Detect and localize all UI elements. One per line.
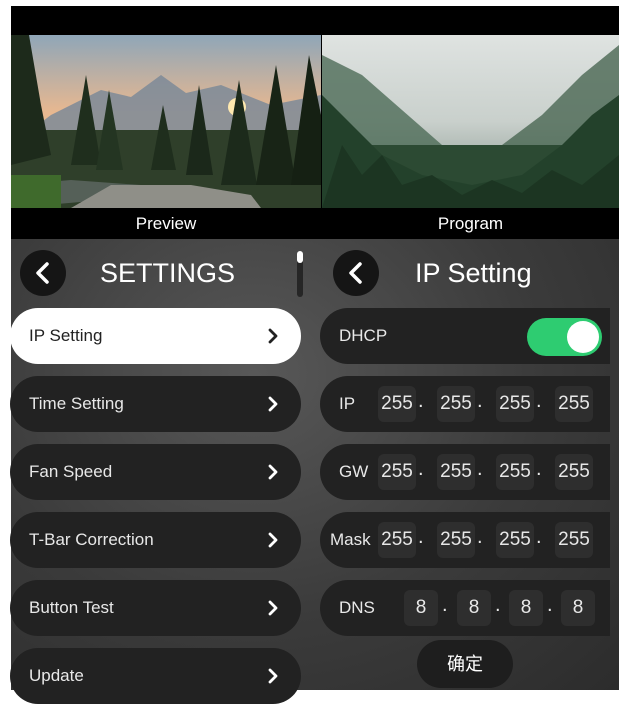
mask-octet-1[interactable]: 255	[378, 522, 416, 558]
settings-back-button[interactable]	[20, 250, 66, 296]
ip-setting-title: IP Setting	[415, 258, 532, 288]
ip-octet-4[interactable]: 255	[555, 386, 593, 422]
chevron-right-icon	[268, 600, 278, 616]
chevron-right-icon	[268, 532, 278, 548]
octet-separator: .	[495, 594, 501, 616]
gw-label: GW	[339, 462, 369, 481]
dns-row: DNS 8 . 8 . 8 . 8	[320, 580, 610, 636]
gw-octet-3[interactable]: 255	[496, 454, 534, 490]
gw-octet-2[interactable]: 255	[437, 454, 475, 490]
menu-item-label: IP Setting	[29, 326, 103, 345]
ip-setting-back-button[interactable]	[333, 250, 379, 296]
gw-octet-4[interactable]: 255	[555, 454, 593, 490]
dhcp-row: DHCP	[320, 308, 610, 364]
ip-octet-1[interactable]: 255	[378, 386, 416, 422]
settings-title: SETTINGS	[100, 258, 236, 288]
octet-separator: .	[536, 390, 542, 412]
program-monitor	[322, 35, 619, 208]
dns-octet-4[interactable]: 8	[561, 590, 595, 626]
octet-separator: .	[418, 526, 424, 548]
menu-item-label: Time Setting	[29, 394, 124, 413]
toggle-knob	[567, 321, 599, 353]
ip-row: IP 255 . 255 . 255 . 255	[320, 376, 610, 432]
menu-item-time-setting[interactable]: Time Setting	[10, 376, 301, 432]
menu-item-fan-speed[interactable]: Fan Speed	[10, 444, 301, 500]
octet-separator: .	[442, 594, 448, 616]
octet-separator: .	[477, 526, 483, 548]
chevron-left-icon	[36, 262, 49, 284]
ip-octet-3[interactable]: 255	[496, 386, 534, 422]
dhcp-label: DHCP	[339, 326, 388, 345]
octet-separator: .	[477, 390, 483, 412]
menu-item-label: Button Test	[29, 598, 114, 617]
menu-item-label: T-Bar Correction	[29, 530, 154, 549]
confirm-button[interactable]: 确定	[417, 640, 513, 688]
chevron-right-icon	[268, 668, 278, 684]
octet-separator: .	[547, 594, 553, 616]
preview-monitor	[11, 35, 321, 208]
gw-octet-1[interactable]: 255	[378, 454, 416, 490]
dhcp-toggle[interactable]	[527, 318, 602, 356]
ip-label: IP	[339, 394, 356, 413]
octet-separator: .	[477, 458, 483, 480]
preview-image	[11, 35, 321, 208]
ip-octet-2[interactable]: 255	[437, 386, 475, 422]
menu-item-update[interactable]: Update	[10, 648, 301, 704]
dns-label: DNS	[339, 598, 375, 617]
dns-octet-3[interactable]: 8	[509, 590, 543, 626]
chevron-right-icon	[268, 396, 278, 412]
octet-separator: .	[536, 526, 542, 548]
gw-row: GW 255 . 255 . 255 . 255	[320, 444, 610, 500]
chevron-right-icon	[268, 464, 278, 480]
mask-octet-3[interactable]: 255	[496, 522, 534, 558]
chevron-right-icon	[268, 328, 278, 344]
octet-separator: .	[418, 458, 424, 480]
dns-octet-1[interactable]: 8	[404, 590, 438, 626]
mask-octet-4[interactable]: 255	[555, 522, 593, 558]
menu-item-ip-setting[interactable]: IP Setting	[10, 308, 301, 364]
top-bar	[11, 6, 619, 35]
menu-item-label: Fan Speed	[29, 462, 113, 481]
program-label: Program	[322, 208, 619, 239]
mask-label: Mask	[330, 530, 371, 549]
mask-octet-2[interactable]: 255	[437, 522, 475, 558]
menu-item-label: Update	[29, 666, 84, 685]
menu-item-button-test[interactable]: Button Test	[10, 580, 301, 636]
chevron-left-icon	[349, 262, 362, 284]
preview-label: Preview	[11, 208, 321, 239]
program-image	[322, 35, 619, 208]
mask-row: Mask 255 . 255 . 255 . 255	[320, 512, 610, 568]
menu-item-t-bar-correction[interactable]: T-Bar Correction	[10, 512, 301, 568]
octet-separator: .	[418, 390, 424, 412]
dns-octet-2[interactable]: 8	[457, 590, 491, 626]
octet-separator: .	[536, 458, 542, 480]
scrollbar-thumb[interactable]	[297, 251, 303, 263]
